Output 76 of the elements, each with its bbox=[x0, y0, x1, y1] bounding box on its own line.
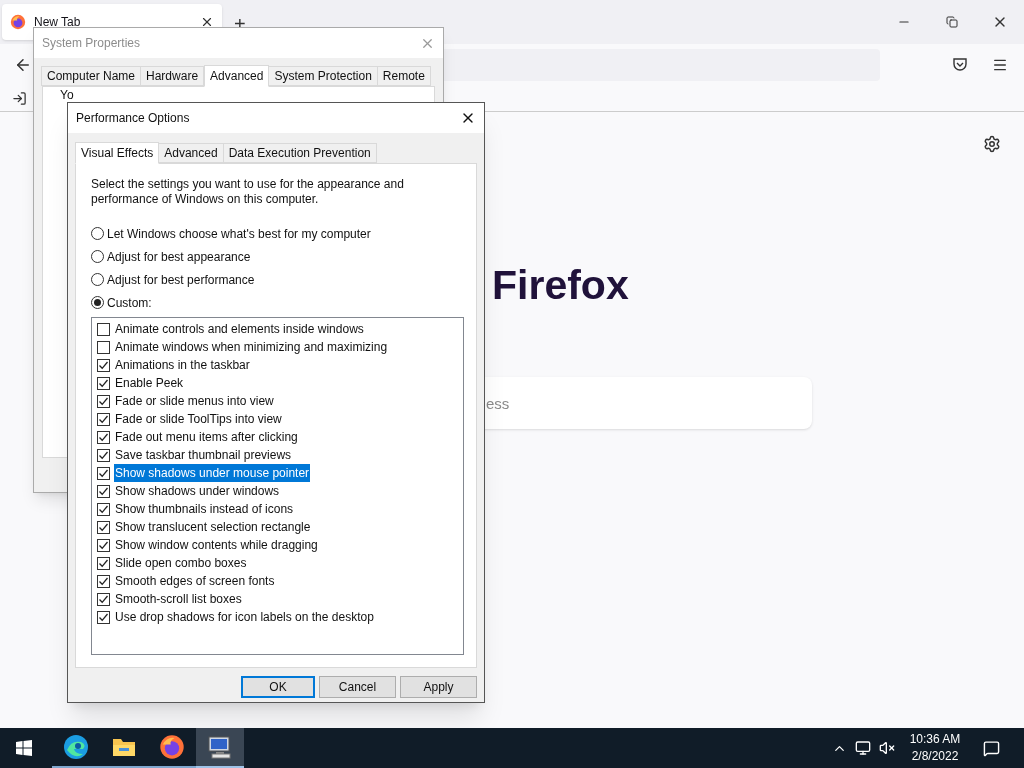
windows-logo-icon[interactable] bbox=[16, 740, 32, 756]
effect-label[interactable]: Save taskbar thumbnail previews bbox=[114, 446, 293, 464]
muted-speaker-icon[interactable] bbox=[879, 740, 895, 756]
radio-label: Custom: bbox=[107, 294, 152, 312]
restore-icon[interactable] bbox=[946, 16, 958, 28]
radio-button[interactable] bbox=[91, 273, 104, 286]
tab-title: New Tab bbox=[34, 14, 82, 31]
settings-icon[interactable] bbox=[983, 135, 1001, 153]
close-tab-icon[interactable] bbox=[200, 15, 214, 29]
dialog-tab[interactable]: Computer Name bbox=[41, 66, 142, 86]
checkbox[interactable] bbox=[97, 502, 110, 516]
radio-button[interactable] bbox=[91, 250, 104, 263]
dialog-button[interactable]: Apply bbox=[400, 676, 477, 698]
taskbar-app[interactable] bbox=[196, 728, 244, 768]
firefox-wordmark: Firefox bbox=[492, 265, 629, 306]
clock-date: 2/8/2022 bbox=[911, 748, 959, 765]
dialog-tab[interactable]: Data Execution Prevention bbox=[222, 143, 377, 163]
dialog-button[interactable]: Cancel bbox=[319, 676, 396, 698]
radio-label: Adjust for best performance bbox=[107, 271, 255, 289]
checkbox[interactable] bbox=[97, 466, 110, 480]
checkbox[interactable] bbox=[97, 322, 110, 336]
dialog-tab[interactable]: Remote bbox=[376, 66, 431, 86]
checkbox[interactable] bbox=[97, 412, 110, 426]
effect-label[interactable]: Smooth edges of screen fonts bbox=[114, 572, 276, 590]
effect-label[interactable]: Show shadows under windows bbox=[114, 482, 281, 500]
firefox-icon bbox=[10, 14, 26, 30]
checkbox[interactable] bbox=[97, 484, 110, 498]
edge-browser-icon bbox=[63, 734, 89, 760]
checkbox[interactable] bbox=[97, 538, 110, 552]
effect-label[interactable]: Enable Peek bbox=[114, 374, 185, 392]
dialog-tab[interactable]: Advanced bbox=[158, 143, 224, 163]
effect-label[interactable]: Animate windows when minimizing and maximizing bbox=[114, 338, 389, 356]
checkbox[interactable] bbox=[97, 556, 110, 570]
pocket-icon[interactable] bbox=[952, 56, 968, 73]
firefox-icon bbox=[159, 734, 185, 760]
effect-label[interactable]: Fade out menu items after clicking bbox=[114, 428, 299, 446]
checkbox[interactable] bbox=[97, 520, 110, 534]
clock[interactable]: 10:36 AM 2/8/2022 bbox=[905, 731, 965, 765]
clock-time: 10:36 AM bbox=[909, 731, 961, 748]
dialog-tab[interactable]: Hardware bbox=[140, 66, 205, 86]
dialog-button[interactable]: OK bbox=[241, 676, 315, 698]
dialog-tab[interactable]: System Protection bbox=[268, 66, 378, 86]
dialog-tab[interactable]: Advanced bbox=[204, 65, 270, 87]
checkbox[interactable] bbox=[97, 448, 110, 462]
effect-label[interactable]: Animate controls and elements inside windows bbox=[114, 320, 365, 338]
effect-label[interactable]: Show shadows under mouse pointer bbox=[114, 464, 311, 482]
intro-text: Select the settings you want to use for the appearance and performance of Windows on this computer. bbox=[91, 177, 405, 207]
effect-label[interactable]: Show thumbnails instead of icons bbox=[114, 500, 295, 518]
sign-in-icon[interactable] bbox=[12, 90, 27, 106]
radio-label: Adjust for best appearance bbox=[107, 248, 251, 266]
checkbox[interactable] bbox=[97, 574, 110, 588]
checkbox[interactable] bbox=[97, 376, 110, 390]
computer-icon bbox=[207, 735, 233, 759]
checkbox[interactable] bbox=[97, 358, 110, 372]
effect-label[interactable]: Fade or slide menus into view bbox=[114, 392, 275, 410]
radio-label: Let Windows choose what's best for my computer bbox=[107, 225, 371, 243]
effect-label[interactable]: Animations in the taskbar bbox=[114, 356, 251, 374]
folder-icon bbox=[112, 736, 136, 758]
effect-label[interactable]: Slide open combo boxes bbox=[114, 554, 248, 572]
window-title: Performance Options bbox=[76, 110, 191, 127]
dialog-tab[interactable]: Visual Effects bbox=[75, 142, 160, 164]
checkbox[interactable] bbox=[97, 430, 110, 444]
checkbox[interactable] bbox=[97, 340, 110, 354]
checkbox[interactable] bbox=[97, 610, 110, 624]
effect-label[interactable]: Show translucent selection rectangle bbox=[114, 518, 312, 536]
effect-label[interactable]: Use drop shadows for icon labels on the desktop bbox=[114, 608, 375, 626]
description-text: Yo bbox=[60, 89, 74, 102]
effect-label[interactable]: Smooth-scroll list boxes bbox=[114, 590, 243, 608]
effect-label[interactable]: Show window contents while dragging bbox=[114, 536, 319, 554]
network-icon[interactable] bbox=[855, 740, 871, 756]
checkbox[interactable] bbox=[97, 592, 110, 606]
notifications-icon[interactable] bbox=[983, 739, 1000, 757]
radio-button[interactable] bbox=[91, 227, 104, 240]
checkbox[interactable] bbox=[97, 394, 110, 408]
effect-label[interactable]: Fade or slide ToolTips into view bbox=[114, 410, 283, 428]
radio-button[interactable] bbox=[91, 296, 104, 309]
